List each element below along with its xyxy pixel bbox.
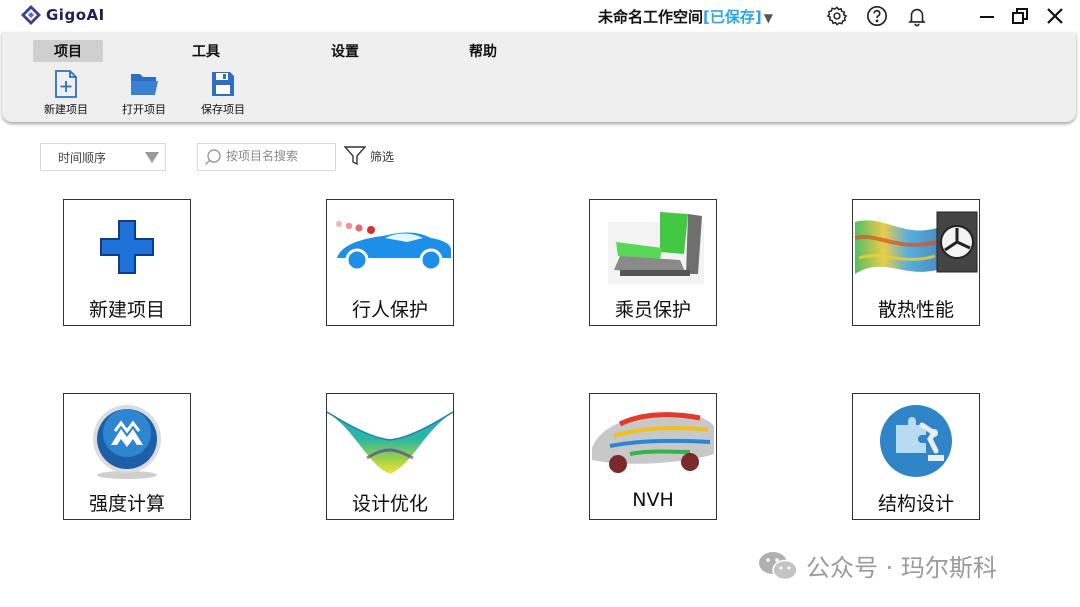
app-name: GigoAI [46,6,105,24]
card-label: 散热性能 [877,299,954,321]
card-pedestrian-protection[interactable]: 行人保护 [326,199,454,326]
blue-plus-icon [64,208,190,286]
card-structure-design[interactable]: 结构设计 [852,393,980,520]
card-nvh[interactable]: NVH [589,393,717,520]
tab-settings[interactable]: 设置 [310,40,380,62]
save-project-label: 保存项目 [201,103,245,116]
search-icon [205,149,221,165]
tab-help[interactable]: 帮助 [448,40,518,62]
optimization-surface-image [327,402,453,480]
save-project-button[interactable]: 保存项目 [188,70,258,117]
workspace-status: [已保存] [703,8,762,26]
filter-funnel-icon [344,146,366,166]
app-logo: GigoAI [20,4,105,26]
open-project-button[interactable]: 打开项目 [109,70,179,117]
card-thermal-performance[interactable]: 散热性能 [852,199,980,326]
card-design-optimization[interactable]: 设计优化 [326,393,454,520]
card-new-project[interactable]: 新建项目 [63,199,191,326]
save-icon [212,72,234,96]
minimize-icon[interactable] [975,4,999,28]
ribbon-toolbar: 项目 工具 设置 帮助 新建项目 打开项目 保存项目 [2,32,1076,122]
tab-project[interactable]: 项目 [33,40,103,62]
sort-order-value: 时间顺序 [58,150,107,165]
new-file-icon [55,70,77,98]
new-project-label: 新建项目 [44,103,88,116]
gigoai-logo-icon [21,5,41,25]
workspace-selector[interactable]: 未命名工作空间[已保存] ▼ [598,6,773,27]
sort-order-select[interactable]: 时间顺序 [40,143,166,171]
tab-tools[interactable]: 工具 [171,40,241,62]
card-strength-calculation[interactable]: 强度计算 [63,393,191,520]
car-pedestrian-image [327,208,453,286]
wechat-icon [759,551,798,580]
filter-button[interactable]: 筛选 [344,146,394,166]
card-label: 设计优化 [351,493,428,515]
watermark-text: 公众号 · 玛尔斯科 [806,554,997,582]
title-bar: GigoAI 未命名工作空间[已保存] ▼ [0,0,1080,32]
open-project-label: 打开项目 [122,103,166,116]
close-icon[interactable] [1043,4,1067,28]
card-label: 新建项目 [88,299,165,321]
car-seat-image [590,208,716,286]
card-label: 行人保护 [351,299,428,321]
project-search-box[interactable] [197,143,336,171]
card-label: 结构设计 [877,493,954,515]
bell-icon[interactable] [905,4,929,28]
dropdown-arrow-icon[interactable] [145,152,159,163]
strength-calc-icon [64,402,190,480]
new-project-button[interactable]: 新建项目 [31,70,101,117]
robot-arm-icon [853,402,979,480]
filter-label: 筛选 [370,149,395,164]
workspace-name: 未命名工作空间 [598,8,704,26]
watermark: 公众号 · 玛尔斯科 [758,548,997,583]
thermal-flow-image [853,208,979,286]
card-occupant-protection[interactable]: 乘员保护 [589,199,717,326]
restore-icon[interactable] [1008,4,1032,28]
nvh-car-image [590,402,716,480]
help-icon[interactable] [865,4,889,28]
card-label: 强度计算 [88,493,165,515]
search-input[interactable] [226,147,330,165]
settings-icon[interactable] [825,4,849,28]
open-folder-icon [131,74,158,95]
card-label: 乘员保护 [614,299,691,321]
chevron-down-icon[interactable]: ▼ [764,11,773,25]
card-label: NVH [632,489,674,511]
